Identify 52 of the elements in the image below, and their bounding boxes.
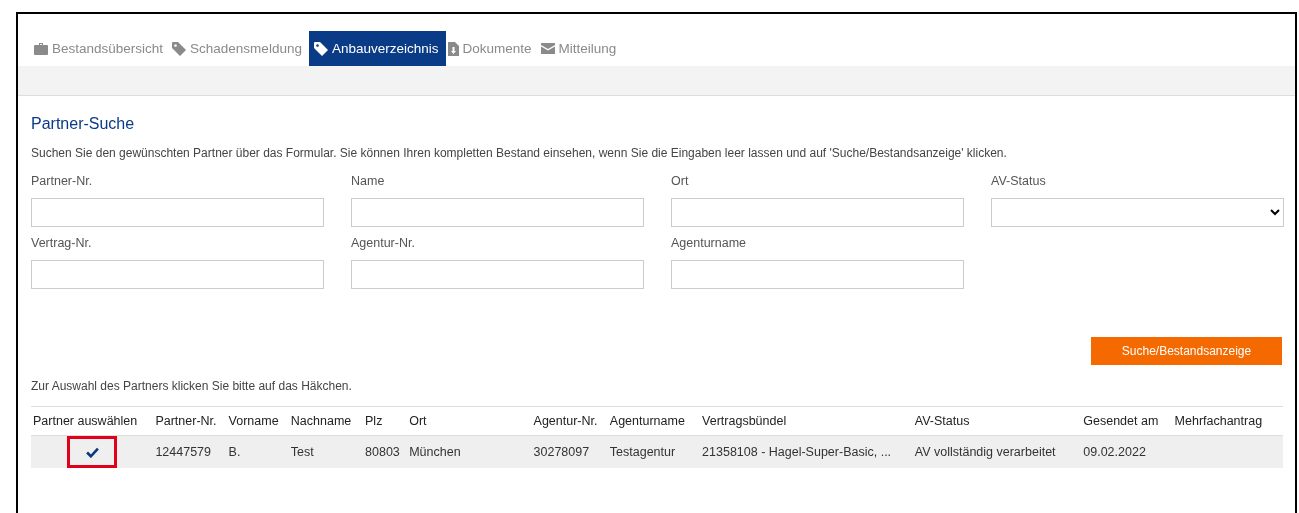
table-cell: 21358108 - Hagel-Super-Basic, ... [700, 435, 913, 468]
column-header: Partner-Nr. [153, 406, 227, 436]
input-field[interactable] [31, 260, 324, 289]
table-cell: 80803 [363, 435, 408, 468]
field-label: Agentur-Nr. [351, 236, 416, 250]
field-label: Agenturname [671, 236, 748, 250]
input-field[interactable] [671, 198, 964, 227]
tag-icon [172, 41, 187, 56]
section-title: Partner-Suche [31, 115, 136, 133]
field-label: AV-Status [991, 174, 1047, 188]
column-header: Gesendet am [1081, 406, 1173, 436]
field-label: Ort [671, 174, 690, 188]
intro-text: Suchen Sie den gewünschten Partner über das Formular. Sie können Ihren kompletten Bestand einsehen, wenn Sie die Eingaben leer lassen und auf 'Suche/Bestandsanzeige' klicken. [31, 146, 1008, 160]
column-header: Vorname [226, 406, 289, 436]
table-cell: AV vollständig verarbeitet [912, 435, 1082, 468]
table-cell: B. [226, 435, 289, 468]
hint-text: Zur Auswahl des Partners klicken Sie bitte auf das Häkchen. [31, 379, 353, 393]
input-field[interactable] [671, 260, 964, 289]
tag-icon [313, 41, 328, 56]
column-header: Mehrfachantrag [1172, 406, 1283, 436]
table-cell: 30278097 [531, 435, 608, 468]
column-header: Plz [363, 406, 408, 436]
field-label: Name [351, 174, 386, 188]
table-cell: München [407, 435, 532, 468]
column-header: Ort [407, 406, 532, 436]
column-header: Agenturname [607, 406, 701, 436]
table-cell: Test [288, 435, 364, 468]
field-label: Vertrag-Nr. [31, 236, 93, 250]
select-checkmark[interactable] [67, 436, 118, 468]
column-header: Partner auswählen [31, 406, 154, 436]
column-header: Agentur-Nr. [531, 406, 608, 436]
status-dropdown[interactable] [991, 198, 1284, 227]
field-label: Partner-Nr. [31, 174, 94, 188]
tab[interactable]: Schadensmeldung [170, 31, 309, 66]
file-download-icon [447, 41, 459, 56]
column-header: Nachname [288, 406, 364, 436]
checkmark-icon [85, 446, 99, 458]
input-field[interactable] [351, 198, 644, 227]
tab[interactable]: Mitteilung [538, 31, 624, 66]
tab[interactable]: Bestandsübersicht [32, 31, 171, 66]
input-field[interactable] [31, 198, 324, 227]
column-header: AV-Status [912, 406, 1082, 436]
table-cell: 12447579 [153, 435, 227, 468]
search-button[interactable]: Suche/Bestandsanzeige [1091, 337, 1282, 365]
table-cell: Testagentur [607, 435, 701, 468]
tab[interactable]: Anbauverzeichnis [308, 31, 446, 66]
tab[interactable]: Dokumente [445, 31, 539, 66]
input-field[interactable] [351, 260, 644, 289]
envelope-icon [540, 43, 555, 54]
table-cell: 09.02.2022 [1081, 435, 1173, 468]
column-header: Vertragsbündel [700, 406, 913, 436]
briefcase-icon [34, 42, 48, 55]
